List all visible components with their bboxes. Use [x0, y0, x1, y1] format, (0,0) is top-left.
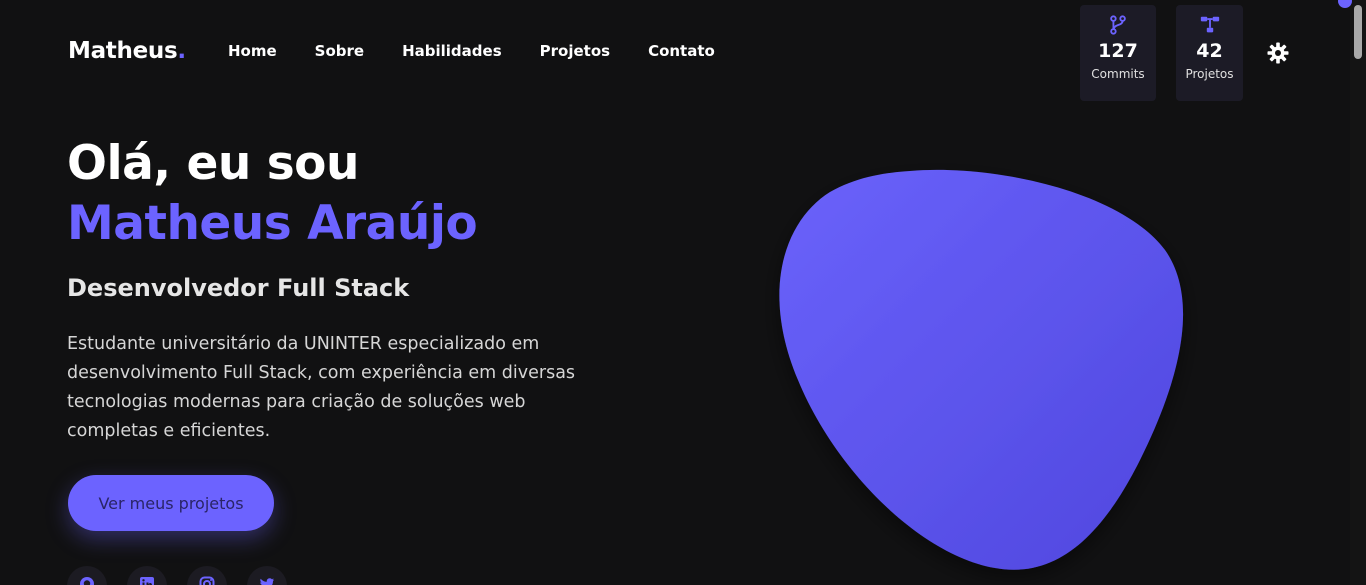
hero-description: Estudante universitário da UNINTER espec…	[67, 334, 576, 441]
projects-label: Projetos	[1185, 67, 1234, 81]
commits-label: Commits	[1091, 67, 1145, 81]
logo-dot: .	[177, 38, 186, 64]
nav-sobre[interactable]: Sobre	[315, 42, 364, 60]
view-projects-button[interactable]: Ver meus projetos	[68, 475, 274, 531]
logo[interactable]: Matheus.	[68, 38, 186, 64]
nav-habilidades[interactable]: Habilidades	[402, 42, 502, 60]
nav-home[interactable]: Home	[228, 42, 277, 60]
nav-projetos[interactable]: Projetos	[540, 42, 610, 60]
projects-stat-card: 42 Projetos	[1176, 5, 1243, 101]
linkedin-link[interactable]	[127, 566, 167, 585]
portfolio-page: Matheus. Home Sobre Habilidades Projetos…	[0, 0, 1366, 585]
instagram-icon	[199, 576, 215, 585]
twitter-link[interactable]	[247, 566, 287, 585]
twitter-icon	[260, 578, 274, 585]
github-icon	[80, 577, 94, 585]
social-links	[67, 566, 287, 585]
gear-icon[interactable]	[1266, 41, 1290, 65]
projects-count: 42	[1196, 40, 1223, 62]
linkedin-icon	[140, 577, 154, 585]
git-branch-icon	[1110, 15, 1126, 35]
hero-name: Matheus Araújo	[67, 196, 478, 251]
nav-contato[interactable]: Contato	[648, 42, 715, 60]
logo-text: Matheus	[68, 38, 178, 64]
github-link[interactable]	[67, 566, 107, 585]
commits-stat-card: 127 Commits	[1080, 5, 1156, 101]
hero-greeting: Olá, eu sou	[67, 136, 359, 191]
hero-role: Desenvolvedor Full Stack	[67, 274, 410, 302]
scrollbar-track[interactable]	[1350, 0, 1366, 585]
project-tree-icon	[1200, 16, 1219, 33]
scrollbar-thumb[interactable]	[1354, 5, 1362, 59]
instagram-link[interactable]	[187, 566, 227, 585]
commits-count: 127	[1098, 40, 1138, 62]
main-nav: Home Sobre Habilidades Projetos Contato	[228, 42, 753, 60]
decorative-blob	[779, 169, 1184, 570]
